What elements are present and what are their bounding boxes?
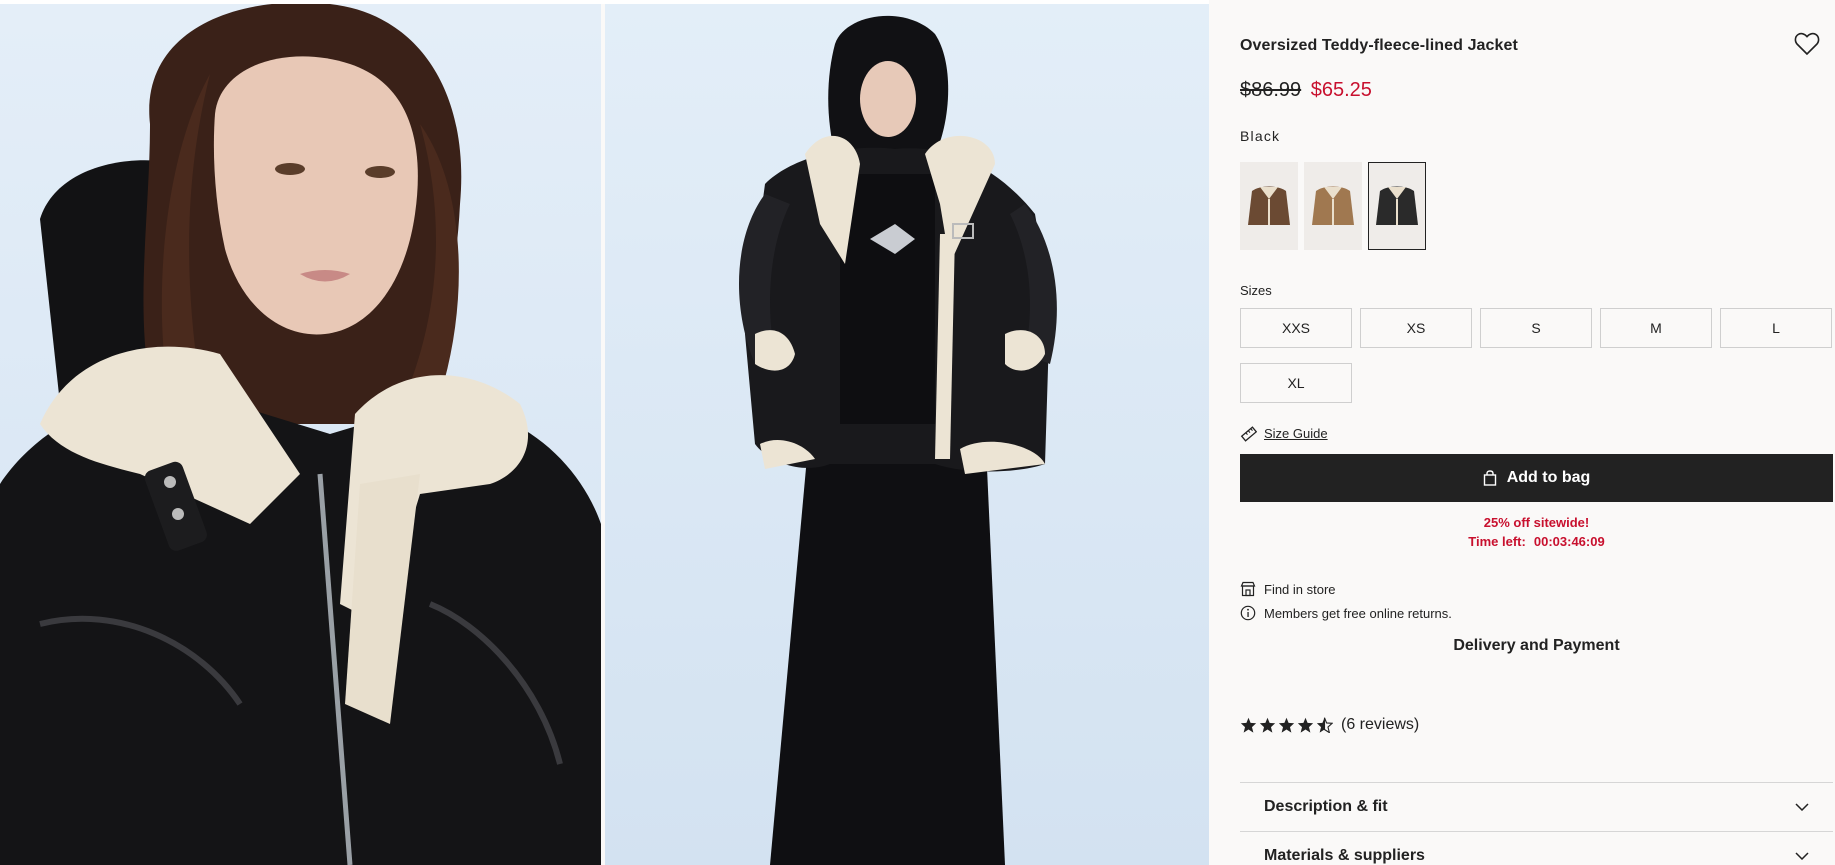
add-to-bag-button[interactable]: Add to bag [1240, 454, 1833, 502]
size-option-s[interactable]: S [1480, 308, 1592, 348]
size-option-xxs[interactable]: XXS [1240, 308, 1352, 348]
favorite-button[interactable] [1793, 30, 1821, 58]
size-option-xl[interactable]: XL [1240, 363, 1352, 403]
delivery-and-payment-link[interactable]: Delivery and Payment [1240, 637, 1833, 655]
product-image-fullbody[interactable] [605, 4, 1209, 865]
selected-color-label: Black [1240, 128, 1281, 144]
jacket-thumbnail [1376, 186, 1418, 225]
sale-price: $65.25 [1310, 79, 1372, 101]
heart-icon [1794, 32, 1820, 56]
product-details-panel: Oversized Teddy-fleece-lined Jacket $86.… [1240, 0, 1835, 865]
promo-text: 25% off sitewide! [1483, 515, 1590, 530]
size-guide-link[interactable]: Size Guide [1240, 425, 1328, 442]
find-in-store-label: Find in store [1264, 581, 1336, 597]
star-half-icon [1316, 717, 1333, 733]
price-block: $86.99 $65.25 [1240, 79, 1372, 102]
size-option-l[interactable]: L [1720, 308, 1832, 348]
store-icon [1240, 581, 1256, 597]
size-selector: XXS XS S M L XL [1240, 308, 1833, 403]
star-icon [1240, 717, 1257, 733]
size-option-m[interactable]: M [1600, 308, 1712, 348]
size-option-xs[interactable]: XS [1360, 308, 1472, 348]
color-swatch-black[interactable] [1368, 162, 1426, 250]
star-icon [1297, 717, 1314, 733]
reviews-summary[interactable]: (6 reviews) [1240, 716, 1419, 734]
review-count: (6 reviews) [1341, 716, 1420, 733]
shopping-bag-icon [1483, 470, 1496, 486]
color-swatch-brown[interactable] [1240, 162, 1298, 250]
free-returns-text: Members get free online returns. [1264, 605, 1452, 621]
original-price: $86.99 [1240, 79, 1302, 101]
accordion-materials-suppliers[interactable]: Materials & suppliers [1240, 831, 1833, 865]
jacket-thumbnail [1248, 186, 1290, 225]
promo-timer-label: Time left: [1468, 534, 1526, 549]
accordion-description-fit[interactable]: Description & fit [1240, 782, 1833, 831]
color-swatches [1240, 162, 1426, 250]
promo-timer-value: 00:03:46:09 [1533, 534, 1605, 549]
product-page: Oversized Teddy-fleece-lined Jacket $86.… [0, 0, 1835, 865]
accordion-label: Materials & suppliers [1264, 847, 1425, 864]
ruler-icon [1240, 426, 1257, 442]
accordion-label: Description & fit [1264, 798, 1388, 815]
info-icon [1240, 605, 1256, 621]
free-returns-note: Members get free online returns. [1240, 605, 1452, 621]
promo-timer-row: Time left: 00:03:46:09 [1240, 532, 1833, 551]
add-to-bag-label: Add to bag [1506, 469, 1591, 486]
product-title: Oversized Teddy-fleece-lined Jacket [1240, 37, 1518, 54]
size-guide-label: Size Guide [1264, 426, 1328, 441]
star-icon [1278, 717, 1295, 733]
jacket-thumbnail [1312, 186, 1354, 225]
chevron-down-icon [1795, 803, 1809, 811]
find-in-store-link[interactable]: Find in store [1240, 581, 1336, 597]
promo-banner: 25% off sitewide! Time left: 00:03:46:09 [1240, 513, 1833, 551]
product-image-closeup[interactable] [0, 4, 601, 865]
color-swatch-tan[interactable] [1304, 162, 1362, 250]
product-gallery [0, 4, 1209, 865]
sizes-label: Sizes [1240, 283, 1272, 298]
chevron-down-icon [1795, 852, 1809, 860]
star-icon [1259, 717, 1276, 733]
